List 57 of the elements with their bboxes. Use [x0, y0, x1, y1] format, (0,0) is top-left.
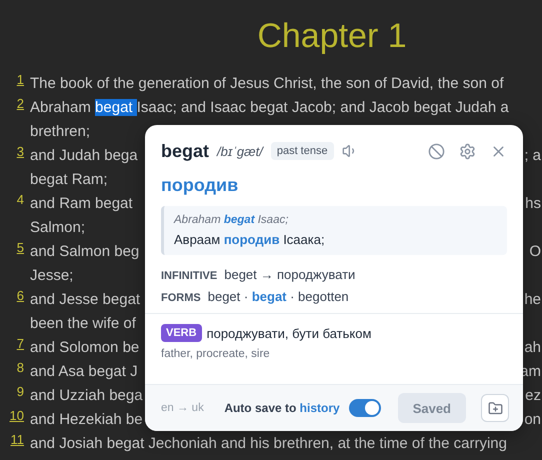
verse-number[interactable]: 11 [0, 431, 30, 449]
verse-text: on [524, 410, 542, 428]
verse-number[interactable]: 6 [0, 287, 30, 305]
autosave-label: Auto save to history [224, 401, 340, 415]
grammar-label: INFINITIVE [161, 270, 218, 282]
verse-number[interactable]: 1 [0, 71, 30, 89]
verse-text: ; a [524, 146, 542, 164]
verse-number[interactable]: 4 [0, 191, 30, 209]
translation: породив [161, 175, 240, 196]
example-source: Abraham begat Isaac; [174, 214, 290, 226]
verse-text: Jesse; [30, 266, 74, 284]
verse-text: hs [525, 194, 542, 212]
synonyms-text: father, procreate, sire [161, 348, 271, 360]
selected-word: begat [95, 98, 137, 116]
verse-text: Abraham [30, 98, 92, 116]
verse-text: and Ram begat [30, 194, 133, 212]
add-folder-button[interactable] [481, 394, 509, 422]
tense-tag: past tense [270, 142, 334, 160]
verse-text: been the wife of [30, 314, 136, 332]
grammar-value: beget → породжувати [224, 267, 356, 282]
verse-number[interactable]: 9 [0, 383, 30, 401]
grammar-label: FORMS [161, 292, 201, 304]
verse-text: Salmon; [30, 218, 86, 236]
chapter-title: Chapter 1 [256, 16, 408, 57]
verse-text: he [524, 290, 542, 308]
verse-text: and Asa begat J [30, 362, 138, 380]
verse-text: and Josiah begat Jechoniah and his brethren, at the time of the carrying [30, 434, 507, 452]
verse-text: and Hezekiah be [30, 410, 143, 428]
verse-text: and Solomon be [30, 338, 140, 356]
verse-number[interactable]: 2 [0, 95, 30, 113]
verse-text: and Uzziah bega [30, 386, 143, 404]
verse-text: ez [525, 386, 542, 404]
example-translation: Авраам породив Ісаака; [174, 232, 326, 247]
headword: begat [161, 140, 210, 162]
verse-text: brethren; [30, 122, 90, 140]
verse-number[interactable]: 10 [0, 407, 30, 425]
part-of-speech-badge: VERB [161, 324, 202, 342]
folder-plus-icon [488, 400, 502, 416]
verse-text: and Salmon beg [30, 242, 140, 260]
language-pair: en → uk [161, 402, 204, 414]
block-icon[interactable] [428, 142, 445, 160]
verse-number[interactable]: 8 [0, 359, 30, 377]
verse-number[interactable]: 5 [0, 239, 30, 257]
verse-text: and Jesse begat [30, 290, 140, 308]
verse-text: O [529, 242, 542, 260]
verse-text: begat Ram; [30, 170, 108, 188]
verse-text: and Judah bega [30, 146, 138, 164]
sense-meaning: породжувати, бути батьком [206, 326, 372, 340]
settings-icon[interactable] [459, 142, 476, 160]
autosave-toggle[interactable] [348, 399, 381, 417]
verse-text: The book of the generation of Jesus Christ, the son of David, the son of [30, 74, 504, 92]
verse-number[interactable]: 3 [0, 143, 30, 161]
grammar-value: beget · begat · begotten [208, 289, 349, 304]
verse-text: ah [524, 338, 542, 356]
verse-number[interactable]: 7 [0, 335, 30, 353]
verse-text: Isaac; and Isaac begat Jacob; and Jacob begat Judah a [136, 98, 509, 116]
phonetic-text: /bɪˈɡæt/ [217, 144, 263, 158]
